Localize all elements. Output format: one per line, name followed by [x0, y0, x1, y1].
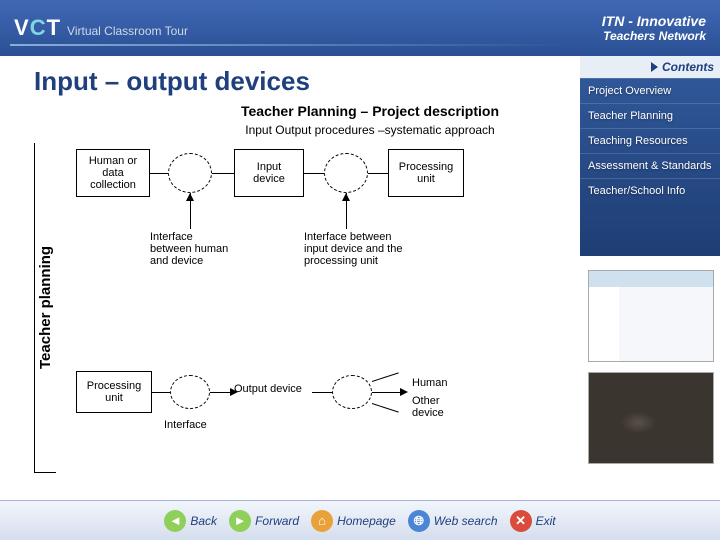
arrowhead-right-icon: [400, 388, 408, 396]
line: [372, 392, 402, 393]
label-other-device: Other device: [412, 395, 460, 419]
forward-icon: ►: [229, 510, 251, 532]
vertical-label: Teacher planning: [34, 143, 56, 473]
line: [150, 173, 168, 174]
back-button[interactable]: ◄ Back: [164, 510, 217, 532]
logo-t: T: [47, 15, 61, 40]
back-icon: ◄: [164, 510, 186, 532]
line: [152, 392, 170, 393]
itn-label: ITN - Innovative Teachers Network: [602, 13, 706, 43]
interface-ellipse-2: [324, 153, 368, 193]
box-human-data: Human or data collection: [76, 149, 150, 197]
box-input-device: Input device: [234, 149, 304, 197]
logo-c: C: [30, 15, 47, 40]
line: [372, 403, 399, 413]
forward-button[interactable]: ► Forward: [229, 510, 299, 532]
app-header: VCT Virtual Classroom Tour ITN - Innovat…: [0, 0, 720, 56]
footer-nav: ◄ Back ► Forward ⌂ Homepage 🌐︎ Web searc…: [0, 500, 720, 540]
line: [372, 372, 399, 382]
arrowhead-right-icon: [230, 388, 238, 396]
header-divider: [10, 44, 570, 46]
line: [212, 173, 234, 174]
diagram-area: Human or data collection Input device Pr…: [56, 143, 706, 473]
globe-icon: 🌐︎: [408, 510, 430, 532]
section-subtitle: Input Output procedures –systematic appr…: [34, 123, 706, 137]
label-interface-human: Interface between human and device: [150, 231, 236, 267]
box-processing-unit: Processing unit: [388, 149, 464, 197]
label-human: Human: [412, 377, 447, 389]
line: [368, 173, 388, 174]
interface-ellipse-1: [168, 153, 212, 193]
forward-label: Forward: [255, 514, 299, 528]
section-title: Teacher Planning – Project description: [34, 103, 706, 119]
exit-label: Exit: [536, 514, 556, 528]
arrowhead-up-icon: [186, 193, 194, 201]
arrowhead-up-icon: [342, 193, 350, 201]
line: [312, 392, 332, 393]
interface-ellipse-4: [332, 375, 372, 409]
home-icon: ⌂: [311, 510, 333, 532]
logo-v: V: [14, 15, 30, 40]
line: [304, 173, 324, 174]
websearch-label: Web search: [434, 514, 498, 528]
label-interface-proc: Interface between input device and the p…: [304, 231, 404, 267]
homepage-button[interactable]: ⌂ Homepage: [311, 510, 396, 532]
back-label: Back: [190, 514, 217, 528]
line: [210, 392, 232, 393]
close-icon: ✕: [510, 510, 532, 532]
label-interface-2: Interface: [164, 419, 207, 431]
exit-button[interactable]: ✕ Exit: [510, 510, 556, 532]
itn-line2: Teachers Network: [602, 29, 706, 43]
vct-logo: VCT Virtual Classroom Tour: [14, 15, 188, 41]
content-wrap: Teacher planning Human or data collectio…: [34, 143, 706, 473]
logo-subtitle: Virtual Classroom Tour: [67, 24, 188, 38]
box-processing-unit-2: Processing unit: [76, 371, 152, 413]
page-body: Input – output devices Teacher Planning …: [0, 56, 720, 496]
homepage-label: Homepage: [337, 514, 396, 528]
interface-ellipse-3: [170, 375, 210, 409]
logo-mark: VCT: [14, 15, 61, 41]
label-output-device: Output device: [234, 383, 314, 395]
page-title: Input – output devices: [34, 66, 706, 97]
itn-line1: ITN - Innovative: [602, 13, 706, 29]
websearch-button[interactable]: 🌐︎ Web search: [408, 510, 498, 532]
